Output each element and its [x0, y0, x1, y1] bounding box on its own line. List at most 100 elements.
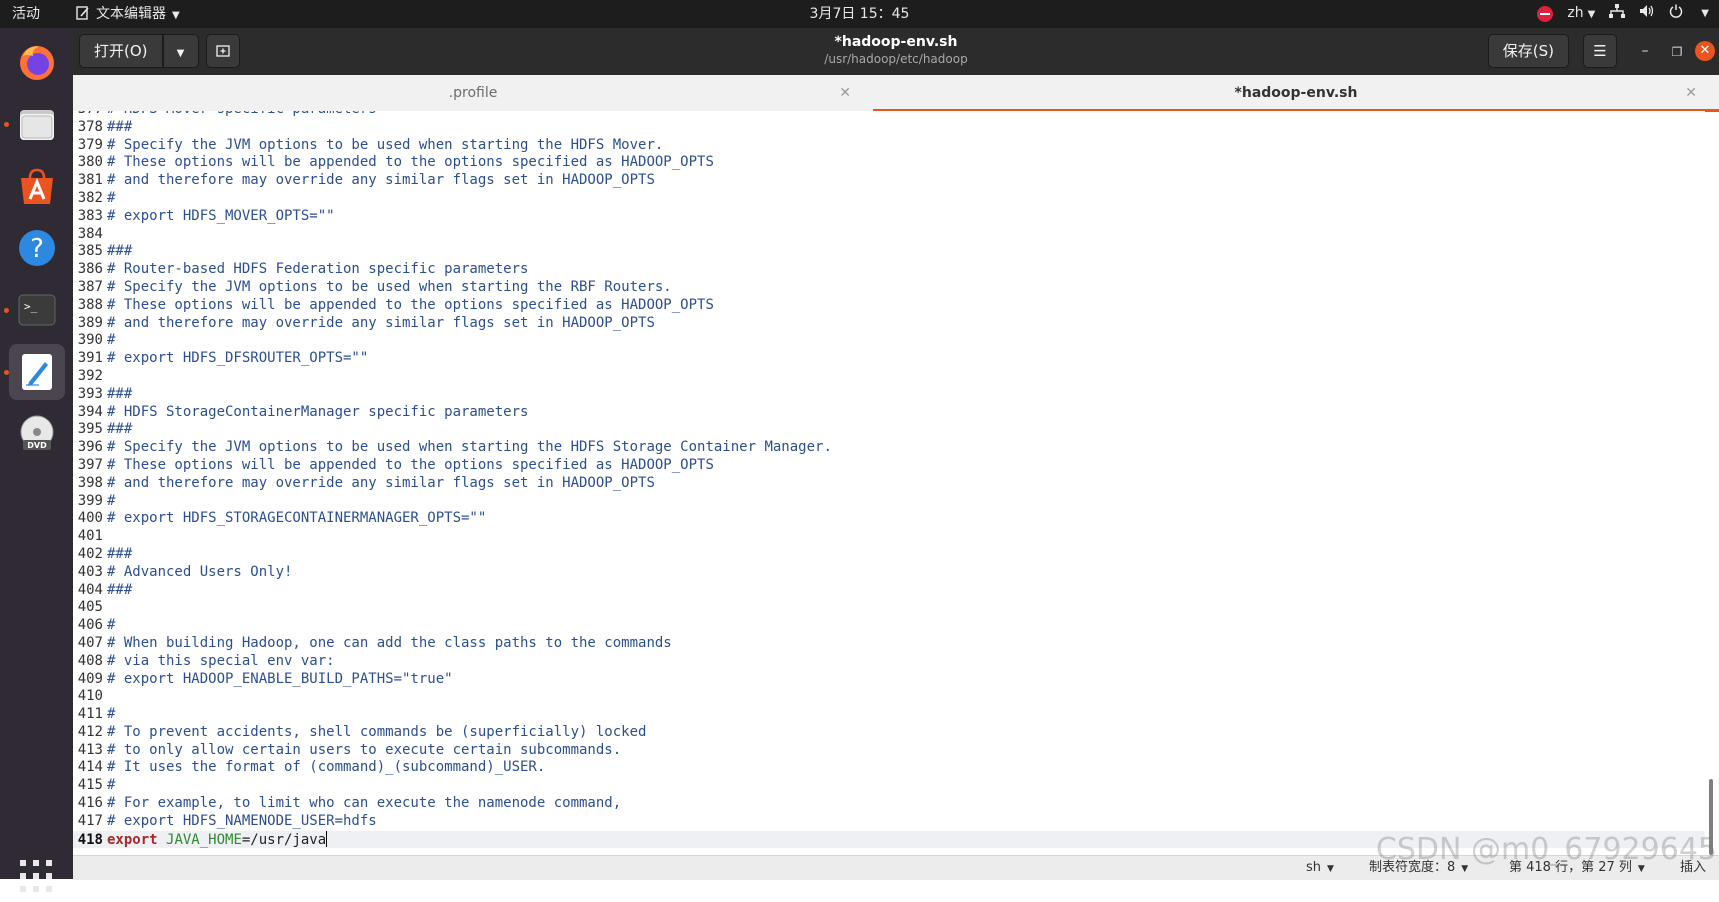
line-text: # For example, to limit who can execute …: [107, 795, 622, 812]
show-applications-icon[interactable]: [14, 854, 58, 898]
code-line: 387 # Specify the JVM options to be used …: [73, 279, 1705, 297]
text-cursor: [326, 830, 328, 847]
line-text: # Router-based HDFS Federation specific …: [107, 261, 529, 278]
hamburger-icon: ☰: [1593, 42, 1607, 60]
dock-terminal[interactable]: >_: [9, 282, 65, 338]
chevron-down-icon[interactable]: ▼: [1701, 0, 1709, 28]
code-line: 378 ###: [73, 119, 1705, 137]
text-editor-area[interactable]: 377# HDFS Mover specific parameters 378##…: [73, 111, 1705, 855]
line-text: # It uses the format of (command)_(subco…: [107, 759, 546, 776]
code-line: 380 # These options will be appended to t…: [73, 154, 1705, 172]
maximize-button[interactable]: ❐: [1667, 42, 1687, 62]
close-window-button[interactable]: ✕: [1695, 41, 1715, 61]
line-text: # export HADOOP_ENABLE_BUILD_PATHS="true…: [107, 670, 453, 687]
chevron-down-icon: ▼: [1587, 9, 1596, 20]
line-number: 400: [77, 510, 103, 527]
line-number: 380: [77, 154, 103, 171]
volume-icon[interactable]: [1639, 0, 1655, 28]
line-text: # HDFS Mover specific parameters: [107, 111, 377, 117]
line-number: 389: [77, 314, 103, 331]
line-text: # and therefore may override any similar…: [107, 172, 655, 189]
line-number: 382: [77, 189, 103, 206]
watermark: CSDN @m0_67929645: [1375, 832, 1717, 867]
code-line: 386 # Router-based HDFS Federation specif…: [73, 261, 1705, 279]
tab-label: *hadoop-env.sh: [1234, 85, 1358, 101]
line-text: ###: [107, 545, 133, 562]
line-number: 410: [77, 688, 103, 705]
dock-firefox[interactable]: [9, 34, 65, 90]
code-line: 388 # These options will be appended to t…: [73, 297, 1705, 315]
keyword-token: export: [107, 831, 158, 848]
line-text: # Specify the JVM options to be used whe…: [107, 136, 664, 153]
restore-icon: ❐: [1671, 45, 1683, 59]
code-line: 402 ###: [73, 546, 1705, 564]
line-number: 393: [77, 385, 103, 402]
line-text: ###: [107, 243, 133, 260]
line-text: #: [107, 332, 116, 349]
dock-help[interactable]: ?: [9, 220, 65, 276]
tab-profile[interactable]: .profile ✕: [73, 75, 873, 111]
close-icon[interactable]: ✕: [1685, 75, 1697, 111]
line-text: #: [107, 492, 116, 509]
save-button[interactable]: 保存(S): [1487, 34, 1569, 68]
tab-hadoop-env[interactable]: *hadoop-env.sh ✕: [873, 75, 1719, 112]
line-number: 377: [73, 111, 107, 119]
line-number: 411: [77, 706, 103, 723]
code-line: 390 #: [73, 332, 1705, 350]
input-method-indicator[interactable]: zh ▼: [1567, 0, 1595, 29]
minimize-button[interactable]: –: [1635, 42, 1655, 62]
code-line: 405: [73, 599, 1705, 617]
code-line: 414 # It uses the format of (command)_(su…: [73, 759, 1705, 777]
line-number: 413: [77, 741, 103, 758]
line-text: # export HDFS_MOVER_OPTS="": [107, 207, 335, 224]
code-line: 389 # and therefore may override any simi…: [73, 315, 1705, 333]
line-number: 415: [77, 777, 103, 794]
line-number: 409: [77, 670, 103, 687]
line-number: 379: [77, 136, 103, 153]
line-number: 388: [77, 296, 103, 313]
do-not-disturb-icon[interactable]: [1537, 6, 1554, 22]
code-line: 398 # and therefore may override any simi…: [73, 475, 1705, 493]
input-method-label: zh: [1567, 5, 1584, 21]
code-line: 415 #: [73, 777, 1705, 795]
value-token: =/usr/java: [241, 831, 327, 848]
power-icon[interactable]: [1669, 0, 1683, 28]
dock-files[interactable]: [9, 96, 65, 152]
line-text: ###: [107, 421, 133, 438]
minimize-icon: –: [1641, 43, 1649, 59]
line-text: # These options will be appended to the …: [107, 296, 714, 313]
line-number: 412: [77, 723, 103, 740]
close-icon[interactable]: ✕: [839, 75, 851, 111]
dock-dvd[interactable]: DVD: [9, 406, 65, 462]
language-selector[interactable]: sh ▼: [1306, 856, 1334, 880]
top-bar: 活动 文本编辑器 ▼ 3月7日 15：45 zh ▼ ▼: [0, 0, 1719, 28]
code-line: 395 ###: [73, 421, 1705, 439]
code-line: 410: [73, 688, 1705, 706]
line-number: 383: [77, 207, 103, 224]
line-number: 387: [77, 278, 103, 295]
code-line: 393 ###: [73, 386, 1705, 404]
code-line: 404 ###: [73, 582, 1705, 600]
dock-software[interactable]: [9, 158, 65, 214]
code-line: 379 # Specify the JVM options to be used …: [73, 137, 1705, 155]
scrollbar[interactable]: [1705, 111, 1715, 855]
code-line: 417 # export HDFS_NAMENODE_USER=hdfs: [73, 813, 1705, 831]
line-text: ###: [107, 118, 133, 135]
tab-bar: .profile ✕ *hadoop-env.sh ✕: [73, 75, 1719, 112]
running-indicator: [4, 370, 9, 375]
help-icon: ?: [19, 230, 55, 266]
line-number: 391: [77, 350, 103, 367]
network-icon[interactable]: [1609, 0, 1626, 28]
code-line: 413 # to only allow certain users to exec…: [73, 742, 1705, 760]
line-number: 402: [77, 545, 103, 562]
language-label: sh: [1306, 860, 1322, 875]
line-number: 385: [77, 243, 103, 260]
document-title: *hadoop-env.sh: [834, 34, 958, 50]
clock[interactable]: 3月7日 15：45: [0, 0, 1719, 28]
system-tray[interactable]: zh ▼ ▼: [1537, 0, 1709, 28]
dock-text-editor[interactable]: [9, 344, 65, 400]
menu-button[interactable]: ☰: [1583, 34, 1617, 68]
code-line: 392: [73, 368, 1705, 386]
line-number: 418: [77, 831, 103, 848]
